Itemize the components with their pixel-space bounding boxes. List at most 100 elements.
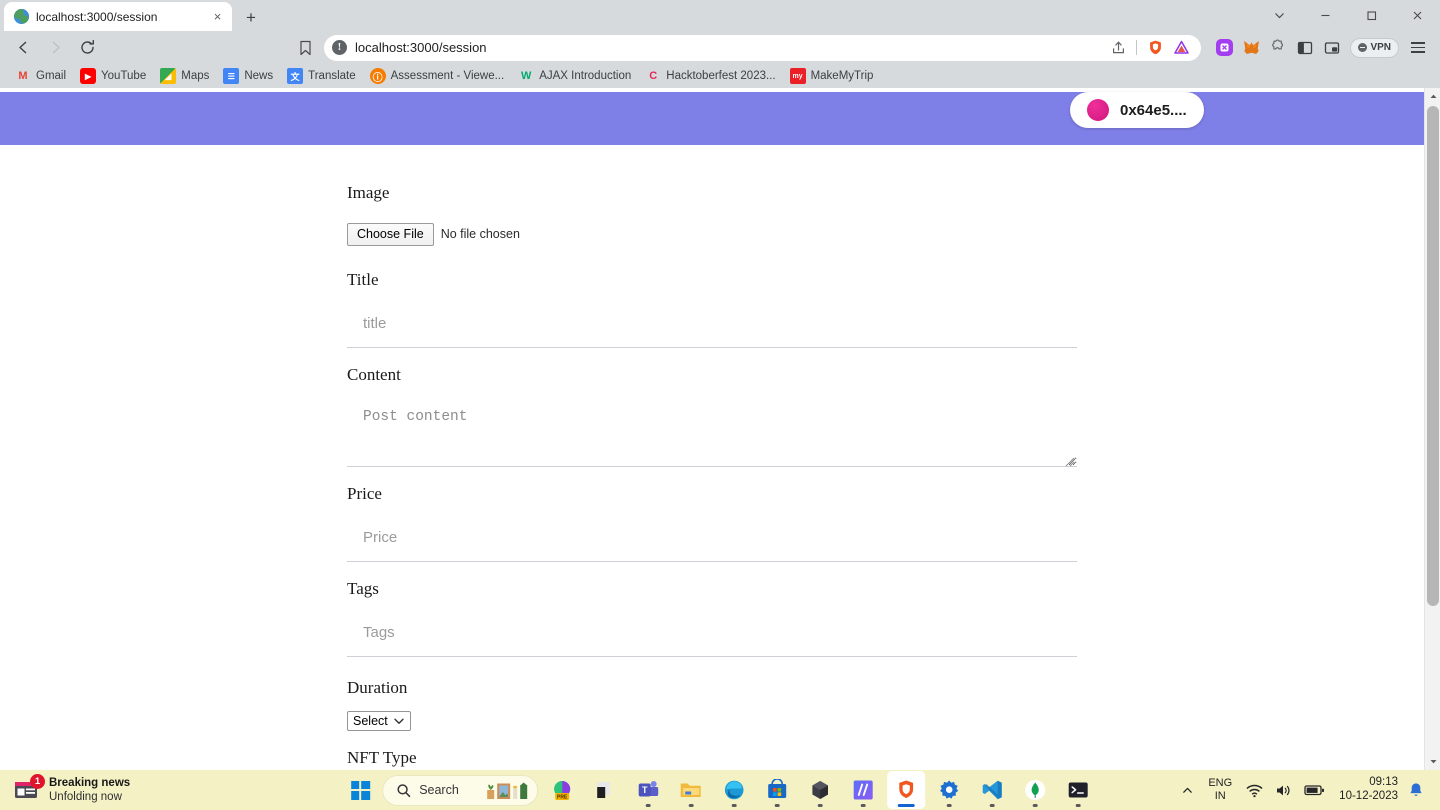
vpn-status-icon (1358, 43, 1368, 52)
windows-taskbar: 1 Breaking news Unfolding now Search PRE… (0, 770, 1440, 810)
app-open-indicator (731, 804, 737, 807)
files-app-icon (593, 779, 616, 802)
taskbar-app-mongodb-compass[interactable] (1016, 771, 1054, 809)
site-info-icon[interactable]: ! (332, 40, 347, 55)
clock-date: 10-12-2023 (1339, 790, 1398, 802)
file-input-row[interactable]: Choose File No file chosen (347, 223, 1077, 246)
wallet-avatar-icon (1087, 99, 1109, 121)
taskbar-app-brave-browser[interactable] (886, 771, 925, 809)
puzzle-piece-icon[interactable] (1265, 35, 1291, 61)
tags-field-group: Tags (347, 580, 1077, 657)
terminal-icon (1066, 779, 1089, 802)
brave-shield-icon[interactable] (1143, 36, 1167, 60)
create-post-form: Image Choose File No file chosen Title C… (347, 184, 1077, 770)
language-indicator[interactable]: ENG IN (1200, 777, 1240, 802)
scrollbar-thumb[interactable] (1427, 106, 1439, 606)
bookmark-makemytrip[interactable]: my MakeMyTrip (783, 66, 881, 86)
taskbar-app-microsoft-teams[interactable]: T (629, 771, 667, 809)
app-open-indicator (860, 804, 866, 807)
clock-and-date[interactable]: 09:13 10-12-2023 (1331, 776, 1406, 804)
reload-icon[interactable] (72, 34, 102, 62)
content-label: Content (347, 364, 401, 384)
sidebar-panel-icon[interactable] (1292, 35, 1318, 61)
search-placeholder: Search (419, 783, 459, 797)
price-input[interactable] (347, 513, 1077, 562)
bookmark-maps[interactable]: ◢ Maps (153, 66, 216, 86)
taskbar-app-microsoft-edge[interactable] (715, 771, 753, 809)
minimize-icon[interactable] (1302, 0, 1348, 31)
adblock-triangle-icon[interactable] (1169, 36, 1193, 60)
metamask-fox-icon[interactable] (1238, 35, 1264, 61)
title-input[interactable] (347, 299, 1077, 348)
microsoft-teams-icon: T (636, 779, 659, 802)
bookmark-label: News (244, 70, 274, 82)
close-icon[interactable] (1394, 0, 1440, 31)
app-open-indicator (817, 804, 823, 807)
wifi-icon[interactable] (1240, 773, 1269, 807)
share-icon[interactable] (1106, 36, 1130, 60)
bookmark-hacktoberfest[interactable]: C Hacktoberfest 2023... (638, 66, 782, 86)
browser-chrome: localhost:3000/session × + ! localhost:3… (0, 0, 1440, 88)
taskbar-app-file-explorer[interactable] (672, 771, 710, 809)
volume-icon[interactable] (1269, 773, 1298, 807)
bookmark-label: YouTube (101, 70, 147, 82)
taskbar-app-settings[interactable] (930, 771, 968, 809)
taskbar-search-box[interactable]: Search (382, 774, 538, 806)
tab-search-chevron-down-icon[interactable] (1256, 0, 1302, 31)
scroll-up-icon[interactable] (1425, 88, 1440, 105)
battery-icon[interactable] (1298, 773, 1331, 807)
new-tab-button[interactable]: + (240, 6, 262, 28)
search-decoration-icon (485, 781, 531, 800)
back-arrow-icon[interactable] (8, 34, 38, 62)
bookmark-icon[interactable] (292, 35, 318, 61)
taskbar-app-files[interactable] (586, 771, 624, 809)
language-code: ENG (1208, 777, 1233, 790)
forward-arrow-icon (40, 34, 70, 62)
vpn-button[interactable]: VPN (1350, 37, 1399, 58)
bookmark-youtube[interactable]: ▶ YouTube (73, 66, 153, 86)
windows-logo (350, 780, 370, 800)
bookmark-assessment[interactable]: ⓘ Assessment - Viewe... (363, 66, 512, 86)
extension-purple-icon[interactable] (1211, 35, 1237, 61)
bell-icon[interactable] (1406, 782, 1430, 799)
bookmark-label: Gmail (36, 70, 67, 82)
show-hidden-icons-button[interactable] (1175, 773, 1200, 807)
wallet-address-badge[interactable]: 0x64e5.... (1070, 92, 1204, 128)
duration-field-group: Duration Select (347, 679, 1077, 731)
url-text: localhost:3000/session (355, 40, 487, 55)
taskbar-app-remix-ide[interactable] (801, 771, 839, 809)
content-textarea[interactable] (347, 394, 1077, 467)
bookmark-label: Assessment - Viewe... (390, 70, 505, 82)
tags-label: Tags (347, 578, 379, 598)
bookmark-label: MakeMyTrip (810, 70, 874, 82)
taskbar-app-copilot[interactable]: PRE (543, 771, 581, 809)
choose-file-button[interactable]: Choose File (347, 223, 434, 246)
close-icon[interactable]: × (209, 8, 226, 25)
maximize-icon[interactable] (1348, 0, 1394, 31)
svg-text:T: T (642, 785, 648, 795)
tags-input[interactable] (347, 608, 1077, 657)
page-scrollbar[interactable] (1424, 88, 1440, 770)
hamburger-menu-icon[interactable] (1404, 35, 1432, 61)
news-widget[interactable]: 1 Breaking news Unfolding now (0, 774, 300, 805)
bookmark-ajax-introduction[interactable]: W AJAX Introduction (511, 66, 638, 86)
news-widget-icon: 1 (14, 774, 45, 801)
app-open-indicator (688, 804, 694, 807)
bookmark-gmail[interactable]: M Gmail (8, 66, 73, 86)
picture-in-picture-icon[interactable] (1319, 35, 1345, 61)
microsoft-edge-icon (722, 779, 745, 802)
scroll-down-icon[interactable] (1425, 753, 1440, 770)
bookmark-translate[interactable]: 文 Translate (280, 66, 363, 86)
bookmark-label: Hacktoberfest 2023... (666, 70, 776, 82)
duration-select[interactable]: Select (347, 710, 411, 731)
app-open-indicator (989, 804, 995, 807)
browser-tab[interactable]: localhost:3000/session × (4, 2, 232, 31)
taskbar-app-microsoft-store[interactable] (758, 771, 796, 809)
taskbar-app-visual-studio-code[interactable] (973, 771, 1011, 809)
bookmark-label: Translate (308, 70, 356, 82)
taskbar-app-terminal[interactable] (1059, 771, 1097, 809)
address-bar[interactable]: ! localhost:3000/session (324, 34, 1202, 61)
bookmark-news[interactable]: ☰ News (216, 66, 280, 86)
windows-start-icon[interactable] (343, 773, 377, 807)
taskbar-app-blue-gradient[interactable] (844, 771, 882, 809)
